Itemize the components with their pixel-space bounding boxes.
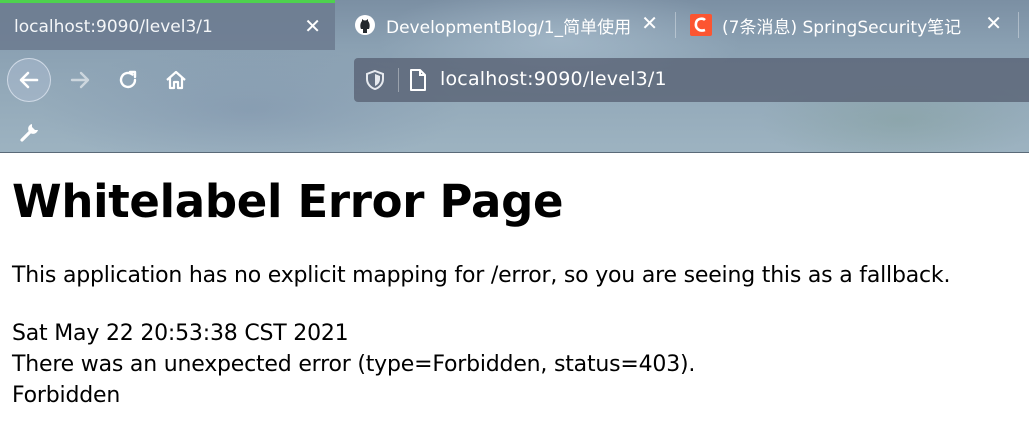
- csdn-icon: [690, 14, 712, 36]
- chrome-border: [0, 152, 1029, 153]
- fallback-message: This application has no explicit mapping…: [12, 263, 951, 288]
- github-icon: [354, 14, 376, 36]
- error-timestamp: Sat May 22 20:53:38 CST 2021: [12, 321, 349, 346]
- tab-divider: [1018, 12, 1019, 38]
- close-icon[interactable]: ✕: [641, 13, 658, 33]
- tab-title: (7条消息) SpringSecurity笔记: [722, 17, 962, 38]
- close-icon[interactable]: ✕: [304, 16, 321, 36]
- tab-csdn[interactable]: (7条消息) SpringSecurity笔记 ✕: [676, 0, 1016, 50]
- url-text[interactable]: localhost:9090/level3/1: [440, 68, 667, 90]
- back-arrow-icon: [19, 71, 39, 89]
- reload-icon: [119, 70, 137, 89]
- home-icon: [166, 70, 186, 90]
- tab-title: DevelopmentBlog/1_简单使用: [386, 17, 632, 38]
- bookmarks-toolbar: [0, 110, 1029, 153]
- address-bar-divider: [398, 68, 399, 92]
- error-description: There was an unexpected error (type=Forb…: [12, 352, 696, 377]
- back-button[interactable]: [7, 58, 51, 102]
- forward-arrow-icon: [70, 71, 90, 89]
- tab-strip: localhost:9090/level3/1 ✕ DevelopmentBlo…: [0, 0, 1029, 50]
- wrench-icon[interactable]: [18, 120, 42, 144]
- tab-title: localhost:9090/level3/1: [14, 16, 213, 37]
- browser-chrome: localhost:9090/level3/1 ✕ DevelopmentBlo…: [0, 0, 1029, 153]
- navigation-toolbar: localhost:9090/level3/1: [0, 50, 1029, 110]
- page-icon[interactable]: [408, 68, 428, 92]
- close-icon[interactable]: ✕: [985, 13, 1002, 33]
- address-bar[interactable]: localhost:9090/level3/1: [354, 58, 1029, 102]
- shield-icon[interactable]: [364, 69, 386, 91]
- tab-github[interactable]: DevelopmentBlog/1_简单使用 ✕: [340, 0, 672, 50]
- page-title: Whitelabel Error Page: [12, 175, 564, 228]
- tab-localhost[interactable]: localhost:9090/level3/1 ✕: [0, 0, 335, 50]
- error-message: Forbidden: [12, 383, 121, 408]
- forward-button[interactable]: [58, 58, 102, 102]
- home-button[interactable]: [154, 58, 198, 102]
- reload-button[interactable]: [106, 58, 150, 102]
- error-details: Sat May 22 20:53:38 CST 2021 There was a…: [12, 318, 695, 411]
